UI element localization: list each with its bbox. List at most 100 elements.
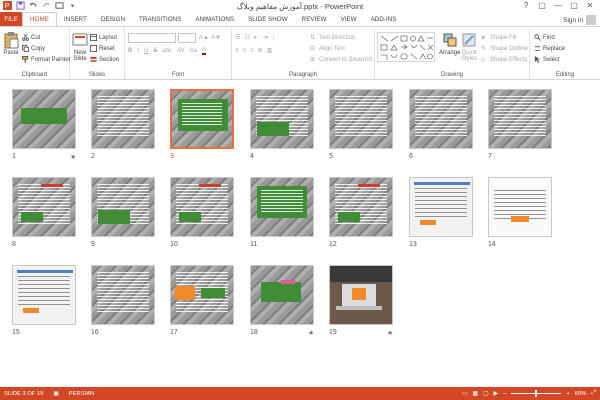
slide-thumbnail[interactable] bbox=[170, 89, 234, 149]
slide-thumbnail[interactable] bbox=[329, 177, 393, 237]
slide-thumbnail[interactable] bbox=[91, 89, 155, 149]
slide-thumbnail[interactable] bbox=[91, 177, 155, 237]
font-color-button[interactable]: A bbox=[201, 47, 206, 55]
zoom-level[interactable]: 60% bbox=[575, 391, 587, 397]
find-button[interactable]: Find bbox=[534, 33, 555, 42]
font-size-combo[interactable] bbox=[178, 33, 196, 43]
slide-thumbnail[interactable] bbox=[250, 265, 314, 325]
strikethrough-button[interactable]: S bbox=[153, 48, 157, 54]
slide-thumbnail[interactable] bbox=[250, 89, 314, 149]
arrange-label: Arrange bbox=[439, 50, 461, 56]
close-button[interactable]: ✕ bbox=[582, 0, 598, 11]
tab-slide-show[interactable]: SLIDE SHOW bbox=[241, 12, 295, 26]
slide-thumbnail[interactable] bbox=[409, 89, 473, 149]
new-slide-button[interactable]: New Slide bbox=[72, 31, 88, 62]
slide-thumbnail[interactable] bbox=[91, 265, 155, 325]
align-center-icon[interactable]: ≡ bbox=[243, 48, 247, 54]
text-direction-button[interactable]: ⇅ Text Direction bbox=[310, 33, 355, 42]
slide-orange-block bbox=[175, 286, 195, 300]
zoom-in-button[interactable]: + bbox=[566, 391, 569, 397]
section-button[interactable]: Section bbox=[90, 55, 119, 64]
slide-thumbnail[interactable] bbox=[329, 265, 393, 325]
spellcheck-icon[interactable]: ▣ bbox=[53, 391, 58, 397]
slide-thumbnail[interactable] bbox=[250, 177, 314, 237]
slide-thumbnail[interactable] bbox=[409, 177, 473, 237]
select-button[interactable]: Select bbox=[534, 55, 560, 64]
line-spacing-icon[interactable]: ↕ bbox=[272, 35, 275, 41]
numbering-icon[interactable]: ☷ bbox=[244, 34, 249, 41]
slide-thumbnail-content bbox=[97, 96, 149, 136]
underline-button[interactable]: U bbox=[144, 48, 148, 54]
tab-file[interactable]: FILE bbox=[0, 12, 22, 26]
tab-view[interactable]: VIEW bbox=[334, 12, 364, 26]
language-indicator[interactable]: PERSIAN bbox=[69, 391, 94, 397]
slide-thumbnail[interactable] bbox=[12, 89, 76, 149]
shrink-font-button[interactable]: A▼ bbox=[211, 35, 221, 41]
tab-design[interactable]: DESIGN bbox=[94, 12, 132, 26]
maximize-button[interactable]: ▢ bbox=[566, 0, 582, 11]
zoom-out-button[interactable]: − bbox=[503, 391, 506, 397]
ribbon-display-options-button[interactable]: ▢ bbox=[534, 0, 550, 11]
shapes-gallery[interactable] bbox=[377, 32, 435, 62]
slide-show-icon[interactable]: ▶ bbox=[494, 391, 498, 397]
slide-thumbnail[interactable] bbox=[488, 89, 552, 149]
reading-view-icon[interactable]: ▢ bbox=[483, 391, 488, 397]
layout-icon bbox=[90, 34, 97, 41]
zoom-slider[interactable] bbox=[511, 390, 562, 397]
slide-sorter-view-icon[interactable]: ▦ bbox=[473, 391, 478, 397]
tab-transitions[interactable]: TRANSITIONS bbox=[132, 12, 188, 26]
transition-star-icon[interactable]: ★ bbox=[387, 329, 393, 337]
change-case-button[interactable]: Aa bbox=[190, 48, 197, 54]
shape-outline-button[interactable]: ✎ Shape Outline bbox=[481, 44, 528, 53]
align-text-button[interactable]: ⊟ Align Text bbox=[310, 44, 345, 53]
tab-animations[interactable]: ANIMATIONS bbox=[188, 12, 241, 26]
increase-indent-icon[interactable]: ⇥ bbox=[263, 34, 268, 41]
minimize-button[interactable]: — bbox=[550, 0, 566, 11]
justify-icon[interactable]: ≣ bbox=[258, 47, 263, 54]
tab-review[interactable]: REVIEW bbox=[295, 12, 334, 26]
character-spacing-button[interactable]: AV bbox=[177, 48, 185, 54]
decrease-indent-icon[interactable]: ⇤ bbox=[254, 34, 259, 41]
zoom-slider-thumb[interactable] bbox=[535, 390, 538, 397]
paste-button[interactable]: Paste bbox=[3, 31, 19, 56]
slide-thumbnail[interactable] bbox=[170, 265, 234, 325]
tab-add-ins[interactable]: ADD-INS bbox=[364, 12, 404, 26]
bullets-icon[interactable]: ☰ bbox=[235, 34, 240, 41]
slides-group: New Slide Layout Reset Section Slides bbox=[70, 29, 125, 79]
text-shadow-button[interactable]: abc bbox=[162, 48, 172, 54]
sign-in[interactable]: Sign in bbox=[563, 15, 596, 25]
bold-button[interactable]: B bbox=[128, 48, 132, 54]
sign-in-label[interactable]: Sign in bbox=[563, 17, 583, 24]
transition-star-icon[interactable]: ★ bbox=[70, 153, 76, 161]
help-button[interactable]: ? bbox=[518, 0, 534, 11]
slide-thumbnail[interactable] bbox=[12, 265, 76, 325]
slide-thumbnail[interactable] bbox=[329, 89, 393, 149]
normal-view-icon[interactable]: ▭ bbox=[462, 391, 467, 397]
transition-star-icon[interactable]: ★ bbox=[308, 329, 314, 337]
fit-to-window-icon[interactable]: ⤢ bbox=[591, 390, 596, 397]
shape-fill-button[interactable]: ◈ Shape Fill bbox=[481, 33, 517, 42]
slide-thumbnail[interactable] bbox=[488, 177, 552, 237]
replace-button[interactable]: Replace bbox=[534, 44, 565, 53]
convert-smartart-button[interactable]: ⊞ Convert to SmartArt bbox=[310, 55, 372, 64]
font-name-combo[interactable] bbox=[128, 33, 176, 43]
slide-thumbnail[interactable] bbox=[170, 177, 234, 237]
grow-font-button[interactable]: A▲ bbox=[199, 35, 209, 41]
tab-home[interactable]: HOME bbox=[22, 12, 57, 26]
arrange-button[interactable]: Arrange bbox=[439, 31, 460, 56]
slide-number: 13 bbox=[409, 241, 417, 248]
align-right-icon[interactable]: ≡ bbox=[250, 48, 254, 54]
align-left-icon[interactable]: ≡ bbox=[235, 48, 239, 54]
shape-effects-button[interactable]: ◇ Shape Effects bbox=[481, 55, 527, 64]
tab-insert[interactable]: INSERT bbox=[57, 12, 94, 26]
format-painter-button[interactable]: Format Painter bbox=[22, 55, 71, 64]
copy-button[interactable]: Copy bbox=[22, 44, 45, 53]
layout-button[interactable]: Layout bbox=[90, 33, 117, 42]
columns-icon[interactable]: ▥ bbox=[267, 47, 273, 54]
paint-bucket-icon: ◈ bbox=[481, 35, 486, 41]
quick-styles-button[interactable]: Quick Styles bbox=[461, 31, 477, 62]
cut-button[interactable]: Cut bbox=[22, 33, 40, 42]
italic-button[interactable]: I bbox=[137, 48, 139, 54]
slide-thumbnail[interactable] bbox=[12, 177, 76, 237]
reset-button[interactable]: Reset bbox=[90, 44, 115, 53]
